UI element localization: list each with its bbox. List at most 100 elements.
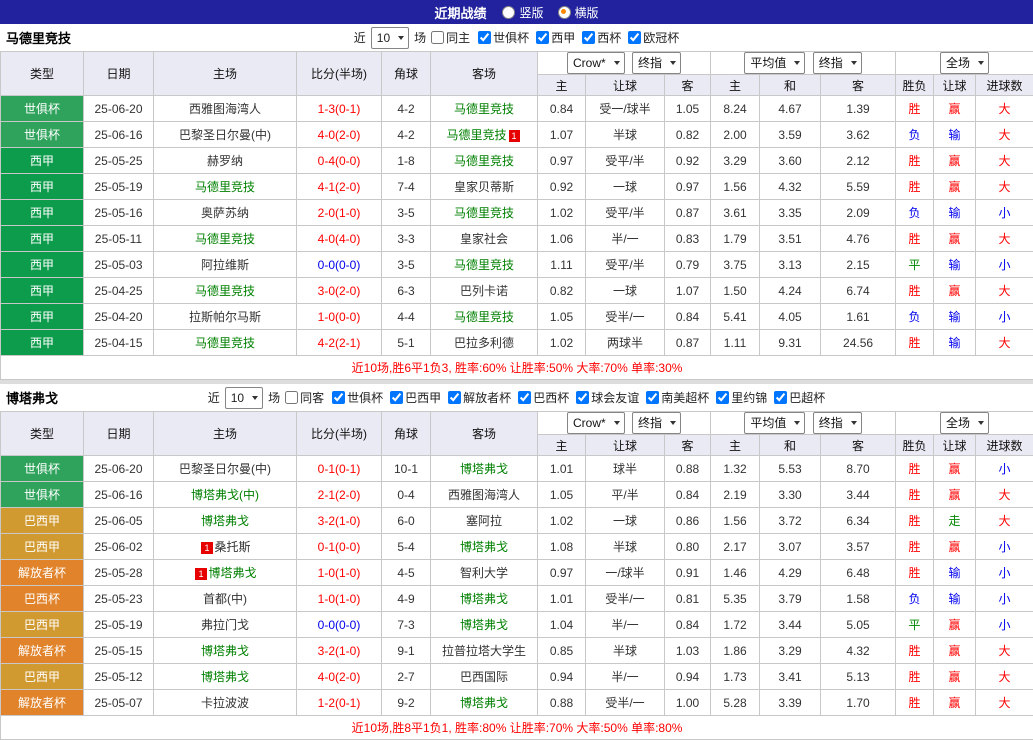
same-venue-option[interactable]: 同主 xyxy=(431,29,470,46)
league-filter-option[interactable]: 欧冠杯 xyxy=(628,29,679,46)
team-link[interactable]: 马德里竞技 xyxy=(195,284,255,298)
team-link[interactable]: 桑托斯 xyxy=(215,540,251,554)
radio-unchecked-icon[interactable] xyxy=(502,6,515,19)
same-venue-checkbox[interactable] xyxy=(285,391,298,404)
league-filter-option[interactable]: 巴西杯 xyxy=(518,389,569,406)
team-link[interactable]: 博塔弗戈 xyxy=(209,566,257,580)
match-date: 25-04-20 xyxy=(84,304,154,330)
team-link[interactable]: 博塔弗戈 xyxy=(460,696,508,710)
league-filter-checkbox[interactable] xyxy=(478,31,491,44)
team-link[interactable]: 博塔弗戈 xyxy=(460,592,508,606)
handicap-result-cell: 赢 xyxy=(934,278,976,304)
team-link[interactable]: 弗拉门戈 xyxy=(201,618,249,632)
team-link[interactable]: 马德里竞技 xyxy=(454,206,514,220)
league-filter-checkbox[interactable] xyxy=(646,391,659,404)
team-link[interactable]: 马德里竞技 xyxy=(454,310,514,324)
team-link[interactable]: 首都(中) xyxy=(203,592,247,606)
team-link[interactable]: 西雅图海湾人 xyxy=(448,488,520,502)
scope-select[interactable]: 全场 xyxy=(940,52,989,74)
team-link[interactable]: 马德里竞技 xyxy=(195,336,255,350)
ah-stage-select[interactable]: 终指 xyxy=(632,412,681,434)
radio-checked-icon[interactable] xyxy=(558,6,571,19)
ah-odds-header: Crow* 终指 xyxy=(538,52,711,75)
team-link[interactable]: 拉斯帕尔马斯 xyxy=(189,310,261,324)
team-link[interactable]: 巴黎圣日尔曼(中) xyxy=(179,128,271,142)
league-filter-checkbox[interactable] xyxy=(536,31,549,44)
result-cell: 胜 xyxy=(896,508,934,534)
team-link[interactable]: 博塔弗戈 xyxy=(201,514,249,528)
league-filter-option[interactable]: 世俱杯 xyxy=(332,389,383,406)
league-filter-option[interactable]: 里约锦 xyxy=(716,389,767,406)
league-filter-option[interactable]: 球会友谊 xyxy=(576,389,639,406)
eu-company-select[interactable]: 平均值 xyxy=(744,412,805,434)
scope-select[interactable]: 全场 xyxy=(940,412,989,434)
league-filter-option[interactable]: 解放者杯 xyxy=(448,389,511,406)
team-link[interactable]: 马德里竞技 xyxy=(454,154,514,168)
league-filter-option[interactable]: 巴超杯 xyxy=(774,389,825,406)
league-filter-checkbox[interactable] xyxy=(390,391,403,404)
col-ah-away: 客 xyxy=(665,435,711,456)
away-team-cell: 巴西国际 xyxy=(431,664,538,690)
league-filter-checkbox[interactable] xyxy=(774,391,787,404)
match-row: 西甲25-04-20拉斯帕尔马斯1-0(0-0)4-4马德里竞技1.05受半/一… xyxy=(1,304,1033,330)
ah-stage-select-value: 终指 xyxy=(638,57,662,69)
team-link[interactable]: 博塔弗戈 xyxy=(201,644,249,658)
team-link[interactable]: 拉普拉塔大学生 xyxy=(442,644,526,658)
goals-result-cell: 大 xyxy=(976,226,1033,252)
eu-company-select[interactable]: 平均值 xyxy=(744,52,805,74)
team-link[interactable]: 智利大学 xyxy=(460,566,508,580)
team-link[interactable]: 博塔弗戈 xyxy=(460,462,508,476)
same-venue-checkbox[interactable] xyxy=(431,31,444,44)
team-link[interactable]: 卡拉波波 xyxy=(201,696,249,710)
league-filter-checkbox[interactable] xyxy=(332,391,345,404)
same-venue-option[interactable]: 同客 xyxy=(285,389,324,406)
team-link[interactable]: 皇家社会 xyxy=(460,232,508,246)
team-link[interactable]: 阿拉维斯 xyxy=(201,258,249,272)
team-link[interactable]: 马德里竞技 xyxy=(195,232,255,246)
league-filter-option[interactable]: 巴西甲 xyxy=(390,389,441,406)
team-link[interactable]: 博塔弗戈 xyxy=(460,618,508,632)
score-text: 0-1(0-1) xyxy=(318,462,361,476)
eu-stage-select[interactable]: 终指 xyxy=(813,412,862,434)
team-link[interactable]: 巴拉多利德 xyxy=(454,336,514,350)
ah-home-odds: 0.97 xyxy=(538,560,586,586)
league-filter-option[interactable]: 西杯 xyxy=(582,29,621,46)
bookmaker-select[interactable]: Crow* xyxy=(567,412,625,434)
team-link[interactable]: 马德里竞技 xyxy=(454,102,514,116)
league-filter-checkbox[interactable] xyxy=(716,391,729,404)
team-link[interactable]: 博塔弗戈(中) xyxy=(191,488,259,502)
league-filter-checkbox[interactable] xyxy=(518,391,531,404)
team-link[interactable]: 巴列卡诺 xyxy=(460,284,508,298)
team-link[interactable]: 巴西国际 xyxy=(460,670,508,684)
result-cell: 平 xyxy=(896,252,934,278)
match-count-select[interactable]: 10 xyxy=(225,387,263,409)
col-ah-home: 主 xyxy=(538,435,586,456)
team-link[interactable]: 马德里竞技 xyxy=(454,258,514,272)
league-filter-option[interactable]: 世俱杯 xyxy=(478,29,529,46)
league-filter-checkbox[interactable] xyxy=(628,31,641,44)
team-link[interactable]: 马德里竞技 xyxy=(195,180,255,194)
layout-option[interactable]: 横版 xyxy=(558,4,599,21)
team-link[interactable]: 皇家贝蒂斯 xyxy=(454,180,514,194)
league-filter-checkbox[interactable] xyxy=(448,391,461,404)
team-link[interactable]: 博塔弗戈 xyxy=(201,670,249,684)
near-label: 近 xyxy=(208,389,220,406)
eu-away-odds: 2.15 xyxy=(821,252,896,278)
league-filter-option[interactable]: 南美超杯 xyxy=(646,389,709,406)
eu-stage-select[interactable]: 终指 xyxy=(813,52,862,74)
team-link[interactable]: 博塔弗戈 xyxy=(460,540,508,554)
match-count-select[interactable]: 10 xyxy=(371,27,409,49)
team-link[interactable]: 塞阿拉 xyxy=(466,514,502,528)
bookmaker-select[interactable]: Crow* xyxy=(567,52,625,74)
team-link[interactable]: 马德里竞技 xyxy=(446,128,506,142)
team-link[interactable]: 西雅图海湾人 xyxy=(189,102,261,116)
league-filter-checkbox[interactable] xyxy=(576,391,589,404)
team-link[interactable]: 巴黎圣日尔曼(中) xyxy=(179,462,271,476)
ah-stage-select[interactable]: 终指 xyxy=(632,52,681,74)
league-filter-checkbox[interactable] xyxy=(582,31,595,44)
league-filter-option[interactable]: 西甲 xyxy=(536,29,575,46)
layout-option[interactable]: 竖版 xyxy=(502,4,543,21)
team-link[interactable]: 赫罗纳 xyxy=(207,154,243,168)
team-link[interactable]: 奥萨苏纳 xyxy=(201,206,249,220)
match-score: 1-0(0-0) xyxy=(297,304,382,330)
